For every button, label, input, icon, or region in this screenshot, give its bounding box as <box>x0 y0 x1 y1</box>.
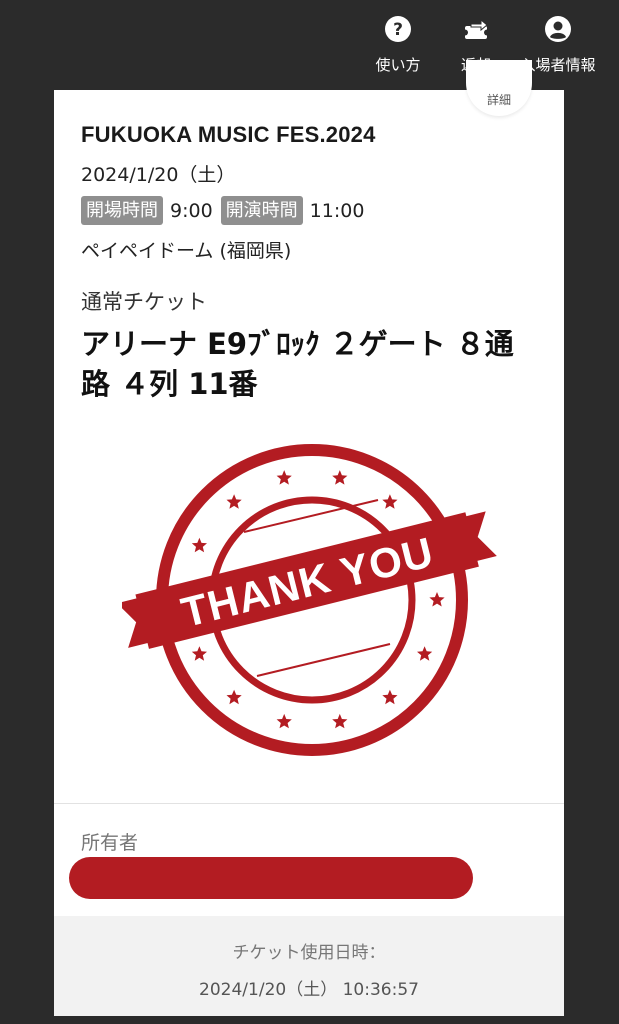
stamp-star-icon <box>276 470 292 485</box>
ticket-card: 詳細 FUKUOKA MUSIC FES.2024 2024/1/20（土） 開… <box>54 60 564 1016</box>
divider <box>54 803 564 804</box>
usage-datetime: 2024/1/20（土） 10:36:57 <box>199 980 419 1000</box>
ticket-type: 通常チケット <box>81 290 207 314</box>
usage-label: チケット使用日時： <box>232 943 386 963</box>
stamp-star-icon <box>226 494 242 509</box>
owner-label: 所有者 <box>81 832 139 854</box>
usage-footer: チケット使用日時： 2024/1/20（土） 10:36:57 <box>54 916 564 1016</box>
stamp-star-icon <box>382 494 398 509</box>
stamp-star-icon <box>332 713 348 729</box>
stamp-text: THANK YOU <box>177 528 439 636</box>
stamp-star-icon <box>276 713 292 729</box>
stamp-star-icon <box>429 592 445 607</box>
detail-label: 詳細 <box>486 93 511 107</box>
help-label: 使い方 <box>375 56 421 74</box>
stamp-star-icon <box>382 689 398 705</box>
door-open-badge: 開場時間 <box>81 196 163 225</box>
door-open-time: 9:00 <box>170 199 213 222</box>
seat-info: アリーナ E9ﾌﾞﾛｯｸ ２ゲート ８通路 ４列 11番 <box>81 327 514 401</box>
event-title: FUKUOKA MUSIC FES.2024 <box>81 122 376 147</box>
owner-name-redacted <box>69 857 473 899</box>
event-date: 2024/1/20（土） <box>81 164 236 186</box>
svg-text:?: ? <box>393 20 403 40</box>
stamp-star-icon <box>191 646 207 661</box>
stamp-star-icon <box>226 689 242 705</box>
show-start-badge: 開演時間 <box>220 196 303 225</box>
detail-button[interactable]: 詳細 <box>466 60 532 116</box>
stamp-star-icon <box>191 537 207 553</box>
account-circle-icon <box>543 14 573 44</box>
venue: ペイペイドーム (福岡県) <box>81 240 292 262</box>
event-times: 開場時間 9:00 開演時間 11:00 <box>81 196 372 225</box>
show-start-time: 11:00 <box>309 199 365 222</box>
thank-you-stamp: THANK YOU <box>116 440 502 760</box>
help-button[interactable]: ? 使い方 <box>372 14 424 75</box>
ticket-return-icon <box>461 14 491 44</box>
stamp-star-icon <box>417 646 433 661</box>
question-circle-icon: ? <box>383 14 413 44</box>
stamp-star-icon <box>332 470 348 485</box>
